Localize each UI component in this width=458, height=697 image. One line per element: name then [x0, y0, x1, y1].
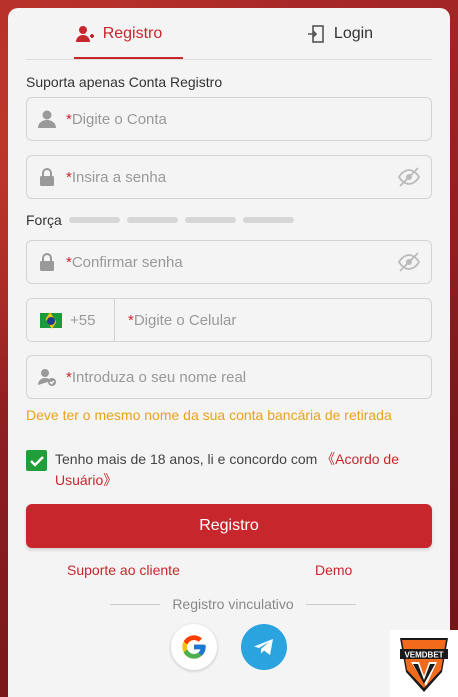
demo-link[interactable]: Demo — [315, 562, 352, 578]
phone-input[interactable] — [115, 299, 431, 341]
notice-text: Suporta apenas Conta Registro — [26, 74, 223, 90]
strength-bar — [184, 217, 236, 223]
realname-hint: Deve ter o mesmo nome da sua conta bancá… — [26, 407, 392, 423]
phone-field[interactable]: +55 *Digite o Celular — [26, 298, 432, 342]
password-strength: Força — [26, 212, 294, 228]
register-button[interactable]: Registro — [26, 504, 432, 548]
google-login-button[interactable] — [171, 624, 217, 670]
password-field[interactable]: *Insira a senha — [26, 155, 432, 199]
user-icon — [27, 109, 67, 129]
strength-bar — [126, 217, 178, 223]
confirm-password-input[interactable] — [67, 241, 387, 283]
account-field[interactable]: *Digite o Conta — [26, 97, 432, 141]
verified-user-icon — [27, 367, 67, 387]
telegram-icon — [254, 639, 273, 655]
tab-login[interactable]: Login — [229, 8, 450, 60]
country-code: +55 — [70, 311, 96, 329]
add-user-icon — [75, 26, 94, 42]
social-divider: Registro vinculativo — [110, 596, 357, 612]
eye-off-icon[interactable] — [387, 252, 431, 272]
password-input[interactable] — [67, 156, 387, 198]
agree-text: Tenho mais de 18 anos, li e concordo com… — [55, 451, 399, 488]
realname-input[interactable] — [67, 356, 431, 398]
tab-divider — [26, 59, 432, 60]
lock-icon — [27, 252, 67, 272]
google-icon — [182, 635, 206, 659]
tab-login-label: Login — [333, 25, 374, 42]
agree-checkbox[interactable] — [26, 450, 47, 471]
tab-registro[interactable]: Registro — [8, 8, 229, 60]
strength-label: Força — [26, 212, 62, 228]
brazil-flag-icon — [40, 312, 62, 328]
strength-bar — [242, 217, 294, 223]
lock-icon — [27, 167, 67, 187]
confirm-password-field[interactable]: *Confirmar senha — [26, 240, 432, 284]
age-agreement: Tenho mais de 18 anos, li e concordo com… — [26, 449, 426, 491]
tab-registro-label: Registro — [102, 25, 163, 42]
checkmark-icon — [29, 455, 44, 467]
customer-support-link[interactable]: Suporte ao cliente — [67, 562, 180, 578]
tabs: Registro Login — [8, 8, 450, 60]
divider-text: Registro vinculativo — [172, 596, 294, 612]
country-code-select[interactable]: +55 — [27, 299, 115, 341]
realname-field[interactable]: *Introduza o seu nome real — [26, 355, 432, 399]
login-door-icon — [307, 25, 324, 43]
account-input[interactable] — [67, 98, 431, 140]
strength-bars — [68, 217, 294, 223]
vemdbet-logo: VEMDBET — [390, 630, 458, 697]
svg-text:VEMDBET: VEMDBET — [404, 650, 443, 659]
eye-off-icon[interactable] — [387, 167, 431, 187]
strength-bar — [68, 217, 120, 223]
register-card: Registro Login Suporta apenas Conta Regi… — [8, 8, 450, 697]
telegram-login-button[interactable] — [241, 624, 287, 670]
